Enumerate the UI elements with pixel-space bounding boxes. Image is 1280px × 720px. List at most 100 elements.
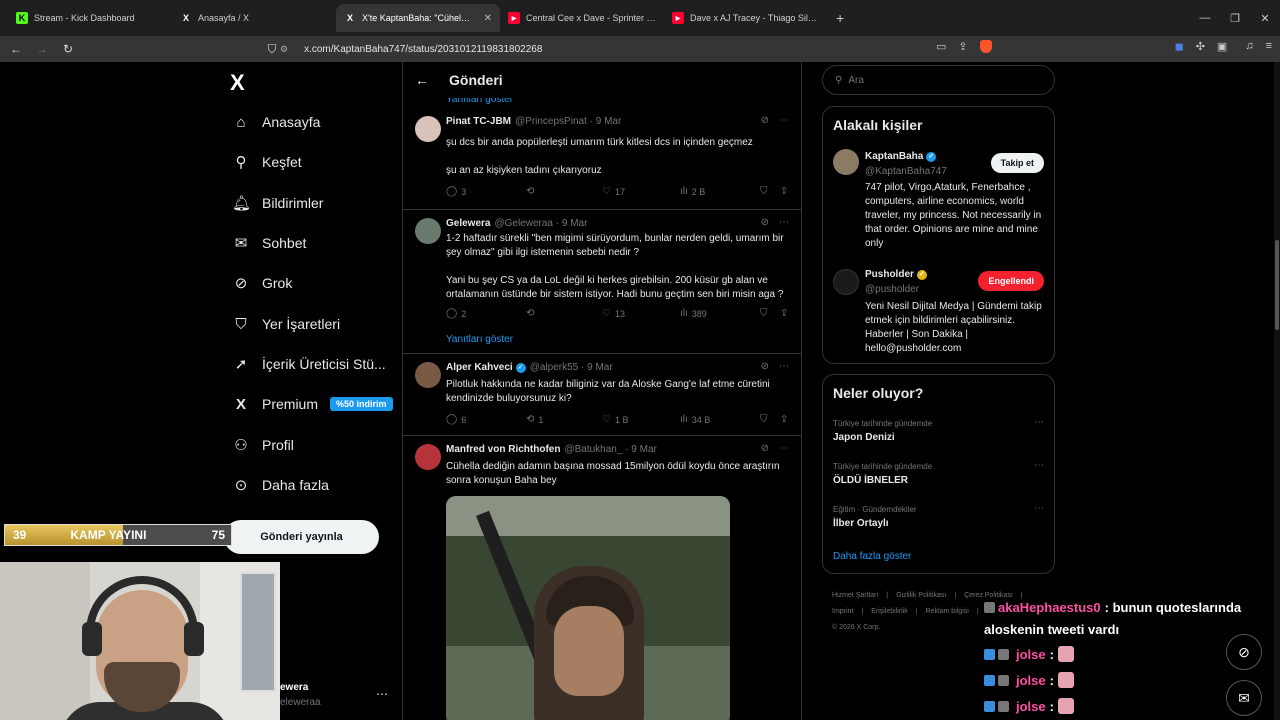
reply-button[interactable]: ◯ 2 — [446, 308, 466, 319]
forward-icon[interactable]: → — [32, 42, 52, 56]
account-name[interactable]: ewera — [280, 682, 308, 693]
new-tab-button[interactable]: + — [836, 10, 844, 26]
nav-creator-studio[interactable]: ➚ İçerik Üreticisi Stü... — [232, 350, 386, 378]
views-button[interactable]: ılı 34 B — [680, 414, 710, 425]
reply-post[interactable]: Alper Kahveci ✓ @alperk55 · 9 Mar ⊘ ⋯ Pil… — [403, 354, 801, 436]
author-name[interactable]: Alper Kahveci — [446, 362, 513, 373]
author-handle[interactable]: @Batukhan_ · 9 Mar — [564, 444, 656, 455]
author-name[interactable]: Manfred von Richthofen — [446, 444, 560, 455]
close-tab-icon[interactable]: ✕ — [484, 13, 492, 24]
avatar[interactable] — [833, 269, 859, 295]
author-name[interactable]: Pinat TC-JBM — [446, 116, 511, 127]
avatar[interactable] — [415, 116, 441, 142]
nav-explore[interactable]: ⚲ Keşfet — [232, 148, 302, 176]
extension-icon[interactable]: ◼ — [1175, 40, 1184, 53]
search-input[interactable]: ⚲ Ara — [822, 65, 1055, 95]
bookmark-page-icon[interactable]: ⛉ — [262, 42, 282, 57]
footer-link[interactable]: Erişilebilirlik — [871, 608, 908, 615]
footer-link[interactable]: Reklam bilgisi — [926, 608, 969, 615]
puzzle-icon[interactable]: ✣ — [1196, 40, 1205, 53]
back-arrow-icon[interactable]: ← — [415, 72, 429, 88]
reply-button[interactable]: ◯ 3 — [446, 186, 466, 197]
nav-grok[interactable]: ⊘ Grok — [232, 269, 293, 297]
avatar[interactable] — [415, 444, 441, 470]
nav-notifications[interactable]: 🔔︎ Bildirimler — [232, 189, 323, 217]
close-window-icon[interactable]: ✕ — [1250, 12, 1280, 25]
share-button[interactable]: ⇪ — [780, 186, 788, 197]
person-name[interactable]: KaptanBaha ✓ — [865, 151, 937, 162]
footer-link[interactable]: Imprint — [832, 608, 853, 615]
reply-post[interactable]: Pinat TC-JBM @PrincepsPinat · 9 Mar ⊘ ⋯ ş… — [403, 108, 801, 210]
bookmark-button[interactable]: ⛉ — [760, 308, 768, 319]
brave-shield-icon[interactable] — [979, 40, 992, 53]
show-more-link[interactable]: Daha fazla göster — [833, 551, 911, 562]
share-button[interactable]: ⇪ — [780, 414, 788, 425]
post-more-icon[interactable]: ⋯ — [779, 443, 789, 454]
trend-item[interactable]: İlber Ortaylı — [833, 518, 889, 529]
reload-icon[interactable]: ↻ — [58, 42, 78, 56]
post-more-icon[interactable]: ⋯ — [779, 361, 789, 372]
repost-button[interactable]: ⟲ — [526, 308, 534, 319]
sidebar-icon[interactable]: ▣ — [1217, 40, 1227, 53]
author-name[interactable]: Gelewera — [446, 218, 490, 229]
tab-x-post[interactable]: X X'te KaptanBaha: "Cühelanın öz ✕ — [336, 4, 500, 32]
trend-more-icon[interactable]: ⋯ — [1034, 460, 1044, 471]
share-icon[interactable]: ⇪ — [958, 40, 967, 53]
like-button[interactable]: ♡ 13 — [602, 308, 625, 319]
footer-link[interactable]: Hizmet Şartları — [832, 592, 878, 599]
reply-post[interactable]: Gelewera @Geleweraa · 9 Mar ⊘ ⋯ 1-2 hafta… — [403, 210, 801, 354]
tab-youtube-1[interactable]: ▶ Central Cee x Dave - Sprinter [Music — [500, 4, 664, 32]
cast-icon[interactable]: ▭ — [936, 40, 946, 53]
grok-floating-button[interactable]: ⊘ — [1226, 634, 1262, 670]
post-more-icon[interactable]: ⋯ — [779, 217, 789, 228]
nav-profile[interactable]: ⚇ Profil — [232, 431, 294, 459]
author-handle[interactable]: @PrincepsPinat · 9 Mar — [515, 116, 621, 127]
show-replies-link[interactable]: Yanıtları göster — [446, 334, 513, 345]
avatar[interactable] — [833, 149, 859, 175]
footer-link[interactable]: Çerez Politikası — [964, 592, 1013, 599]
views-button[interactable]: ılı 389 — [680, 308, 707, 319]
share-button[interactable]: ⇪ — [780, 308, 788, 319]
minimize-icon[interactable]: — — [1190, 12, 1220, 24]
site-info-icon[interactable]: ⚙ — [280, 44, 288, 55]
post-more-icon[interactable]: ⋯ — [779, 115, 789, 126]
like-button[interactable]: ♡ 1 B — [602, 414, 628, 425]
nav-home[interactable]: ⌂ Anasayfa — [232, 108, 320, 136]
nav-bookmarks[interactable]: ⛉ Yer İşaretleri — [232, 310, 340, 338]
media-icon[interactable]: ♫ — [1245, 40, 1253, 53]
page-scrollbar[interactable] — [1274, 62, 1280, 720]
url-field[interactable]: ⚙ x.com/KaptanBaha747/status/20310121198… — [280, 38, 1006, 60]
tab-kick-dashboard[interactable]: K Stream - Kick Dashboard — [8, 4, 172, 32]
account-more-icon[interactable]: ⋯ — [376, 687, 388, 701]
trend-more-icon[interactable]: ⋯ — [1034, 503, 1044, 514]
menu-icon[interactable]: ≡ — [1266, 40, 1272, 53]
x-logo-icon[interactable]: X — [230, 70, 245, 96]
tab-youtube-2[interactable]: ▶ Dave x AJ Tracey - Thiago Silva - You — [664, 4, 828, 32]
repost-button[interactable]: ⟲ 1 — [526, 414, 543, 425]
repost-button[interactable]: ⟲ — [526, 186, 534, 197]
bookmark-button[interactable]: ⛉ — [760, 414, 768, 425]
person-name[interactable]: Pusholder ✓ — [865, 269, 927, 280]
reply-post[interactable]: Manfred von Richthofen @Batukhan_ · 9 Ma… — [403, 436, 801, 720]
follow-button[interactable]: Takip et — [990, 153, 1044, 173]
like-button[interactable]: ♡ 17 — [602, 186, 625, 197]
back-icon[interactable]: ← — [6, 42, 26, 56]
post-button[interactable]: Gönderi yayınla — [224, 520, 379, 554]
bookmark-button[interactable]: ⛉ — [760, 186, 768, 197]
nav-premium[interactable]: X Premium %50 indirim — [232, 390, 393, 418]
nav-messages[interactable]: ✉ Sohbet — [232, 229, 307, 257]
author-handle[interactable]: @alperk55 · 9 Mar — [530, 362, 613, 373]
avatar[interactable] — [415, 218, 441, 244]
trend-more-icon[interactable]: ⋯ — [1034, 417, 1044, 428]
footer-link[interactable]: Gizlilik Politikası — [896, 592, 946, 599]
grok-explain-icon[interactable]: ⊘ — [761, 443, 769, 454]
avatar[interactable] — [415, 362, 441, 388]
messages-floating-button[interactable]: ✉ — [1226, 680, 1262, 716]
grok-explain-icon[interactable]: ⊘ — [761, 115, 769, 126]
views-button[interactable]: ılı 2 B — [680, 186, 705, 197]
author-handle[interactable]: @Geleweraa · 9 Mar — [494, 218, 587, 229]
grok-explain-icon[interactable]: ⊘ — [761, 217, 769, 228]
post-image[interactable] — [446, 496, 730, 720]
blocked-button[interactable]: Engellendi — [978, 271, 1044, 291]
grok-explain-icon[interactable]: ⊘ — [761, 361, 769, 372]
